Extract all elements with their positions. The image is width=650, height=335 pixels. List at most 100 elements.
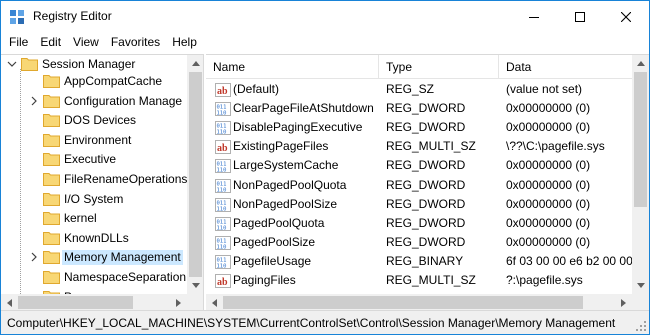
minimize-icon — [529, 16, 539, 18]
value-data: \??\C:\pagefile.sys — [506, 139, 605, 153]
values-list-pane[interactable]: Name Type Data ab (Default) REG_SZ (value n… — [206, 54, 649, 310]
current-key-path: Computer\HKEY_LOCAL_MACHINE\SYSTEM\Curre… — [7, 316, 616, 330]
table-row[interactable]: ab (Default) REG_SZ (value not set) — [206, 80, 632, 99]
tree-item[interactable]: AppCompatCache — [1, 72, 201, 91]
value-data: 0x00000000 (0) — [506, 197, 591, 211]
svg-text:ab: ab — [217, 143, 228, 154]
minimize-button[interactable] — [511, 1, 557, 32]
table-row[interactable]: 011 110 LargeSystemCache REG_DWORD 0x0000000… — [206, 156, 632, 175]
scroll-left-arrow-icon[interactable] — [206, 294, 223, 310]
folder-icon — [43, 271, 60, 284]
close-icon — [621, 11, 631, 22]
binary-value-icon: 011110 — [215, 217, 231, 232]
list-vertical-scrollbar[interactable] — [632, 55, 649, 294]
table-row[interactable]: ab PagingFiles REG_MULTI_SZ ?:\pagefile.sys — [206, 271, 632, 290]
tree-horizontal-scrollbar[interactable] — [1, 294, 203, 310]
tree-item-label: AppCompatCache — [64, 74, 163, 88]
scroll-right-arrow-icon[interactable] — [615, 294, 632, 310]
tree-item[interactable]: Executive — [1, 150, 201, 169]
binary-value-icon: 011110 — [215, 102, 231, 117]
tree-item-label: Environment — [64, 133, 132, 147]
tree-item[interactable]: KnownDLLs — [1, 229, 201, 248]
menu-favorites[interactable]: Favorites — [105, 32, 166, 53]
menu-bar: File Edit View Favorites Help — [1, 32, 649, 53]
svg-text:110: 110 — [217, 111, 227, 117]
tree-item[interactable]: NamespaceSeparation — [1, 268, 201, 287]
maximize-button[interactable] — [557, 1, 603, 32]
menu-edit[interactable]: Edit — [34, 32, 67, 53]
value-name: PagedPoolQuota — [233, 216, 325, 230]
scroll-up-arrow-icon[interactable] — [632, 55, 649, 72]
chevron-right-icon[interactable] — [29, 252, 39, 262]
svg-text:ab: ab — [217, 86, 228, 97]
tree-item[interactable]: DOS Devices — [1, 111, 201, 130]
table-row[interactable]: 011 110 NonPagedPoolSize REG_DWORD 0x0000000… — [206, 195, 632, 214]
key-tree-pane[interactable]: Session Manager AppCompatCache Configurat… — [1, 54, 204, 310]
menu-view[interactable]: View — [67, 32, 105, 53]
tree-item-label: NamespaceSeparation — [64, 270, 187, 284]
table-row[interactable]: ab ExistingPageFiles REG_MULTI_SZ \??\C:\pa… — [206, 137, 632, 156]
scroll-down-arrow-icon[interactable] — [187, 277, 203, 294]
column-header-data[interactable]: Data — [499, 55, 632, 79]
tree-item-label: Configuration Manage — [64, 94, 183, 108]
list-header: Name Type Data — [206, 55, 632, 79]
svg-text:110: 110 — [217, 226, 227, 232]
string-value-icon: ab — [215, 140, 231, 154]
table-row[interactable]: 011 110 DisablePagingExecutive REG_DWORD 0x0… — [206, 118, 632, 137]
binary-value-icon: 011110 — [215, 159, 231, 174]
tree-item-label: I/O System — [64, 192, 124, 206]
value-name: ExistingPageFiles — [233, 139, 329, 153]
folder-icon — [43, 232, 60, 245]
tree-item[interactable]: Configuration Manage — [1, 92, 201, 111]
tree-item[interactable]: Memory Management — [1, 248, 201, 267]
resize-grip-icon[interactable] — [635, 320, 647, 332]
scroll-up-arrow-icon[interactable] — [187, 55, 203, 72]
value-type: REG_DWORD — [386, 158, 466, 172]
title-bar[interactable]: Registry Editor — [1, 1, 649, 32]
window-title: Registry Editor — [33, 9, 112, 23]
column-header-name[interactable]: Name — [206, 55, 379, 79]
svg-text:110: 110 — [217, 207, 227, 213]
svg-text:110: 110 — [217, 188, 227, 194]
chevron-right-icon[interactable] — [29, 96, 39, 106]
table-row[interactable]: 011 110 PagedPoolQuota REG_DWORD 0x00000000 … — [206, 214, 632, 233]
value-data: 0x00000000 (0) — [506, 158, 591, 172]
tree-item-label: Session Manager — [42, 57, 136, 71]
maximize-icon — [575, 11, 585, 22]
table-row[interactable]: 011 110 ClearPageFileAtShutdown REG_DWORD 0x… — [206, 99, 632, 118]
scroll-thumb[interactable] — [189, 72, 202, 277]
table-row[interactable]: 011 110 PagefileUsage REG_BINARY 6f 03 00 00… — [206, 252, 632, 271]
scroll-right-arrow-icon[interactable] — [170, 294, 187, 310]
folder-open-icon — [21, 58, 38, 71]
scroll-thumb[interactable] — [223, 296, 583, 309]
tree-item[interactable]: Environment — [1, 131, 201, 150]
table-row[interactable]: 011 110 NonPagedPoolQuota REG_DWORD 0x000000… — [206, 176, 632, 195]
tree-item[interactable]: FileRenameOperations — [1, 170, 201, 189]
string-value-icon: ab — [215, 274, 231, 288]
table-row[interactable]: 011 110 PagedPoolSize REG_DWORD 0x00000000 (… — [206, 233, 632, 252]
value-type: REG_DWORD — [386, 216, 466, 230]
scroll-thumb[interactable] — [634, 72, 647, 207]
folder-icon — [43, 134, 60, 147]
list-horizontal-scrollbar[interactable] — [206, 294, 632, 310]
folder-icon — [43, 251, 60, 264]
scroll-thumb[interactable] — [18, 296, 133, 309]
value-data: ?:\pagefile.sys — [506, 273, 583, 287]
tree-item[interactable]: kernel — [1, 209, 201, 228]
folder-icon — [43, 193, 60, 206]
scroll-left-arrow-icon[interactable] — [1, 294, 18, 310]
value-type: REG_MULTI_SZ — [386, 139, 476, 153]
chevron-down-icon[interactable] — [7, 59, 17, 69]
close-button[interactable] — [603, 1, 649, 32]
tree-item[interactable]: I/O System — [1, 190, 201, 209]
column-header-type[interactable]: Type — [379, 55, 499, 79]
registry-editor-window: Registry Editor File Edit View Favorites… — [0, 0, 650, 335]
tree-vertical-scrollbar[interactable] — [187, 55, 203, 294]
value-type: REG_MULTI_SZ — [386, 273, 476, 287]
menu-help[interactable]: Help — [166, 32, 203, 53]
scroll-down-arrow-icon[interactable] — [632, 277, 649, 294]
value-name: PagedPoolSize — [233, 235, 316, 249]
svg-text:ab: ab — [217, 277, 228, 288]
folder-icon — [43, 173, 60, 186]
menu-file[interactable]: File — [3, 32, 34, 53]
